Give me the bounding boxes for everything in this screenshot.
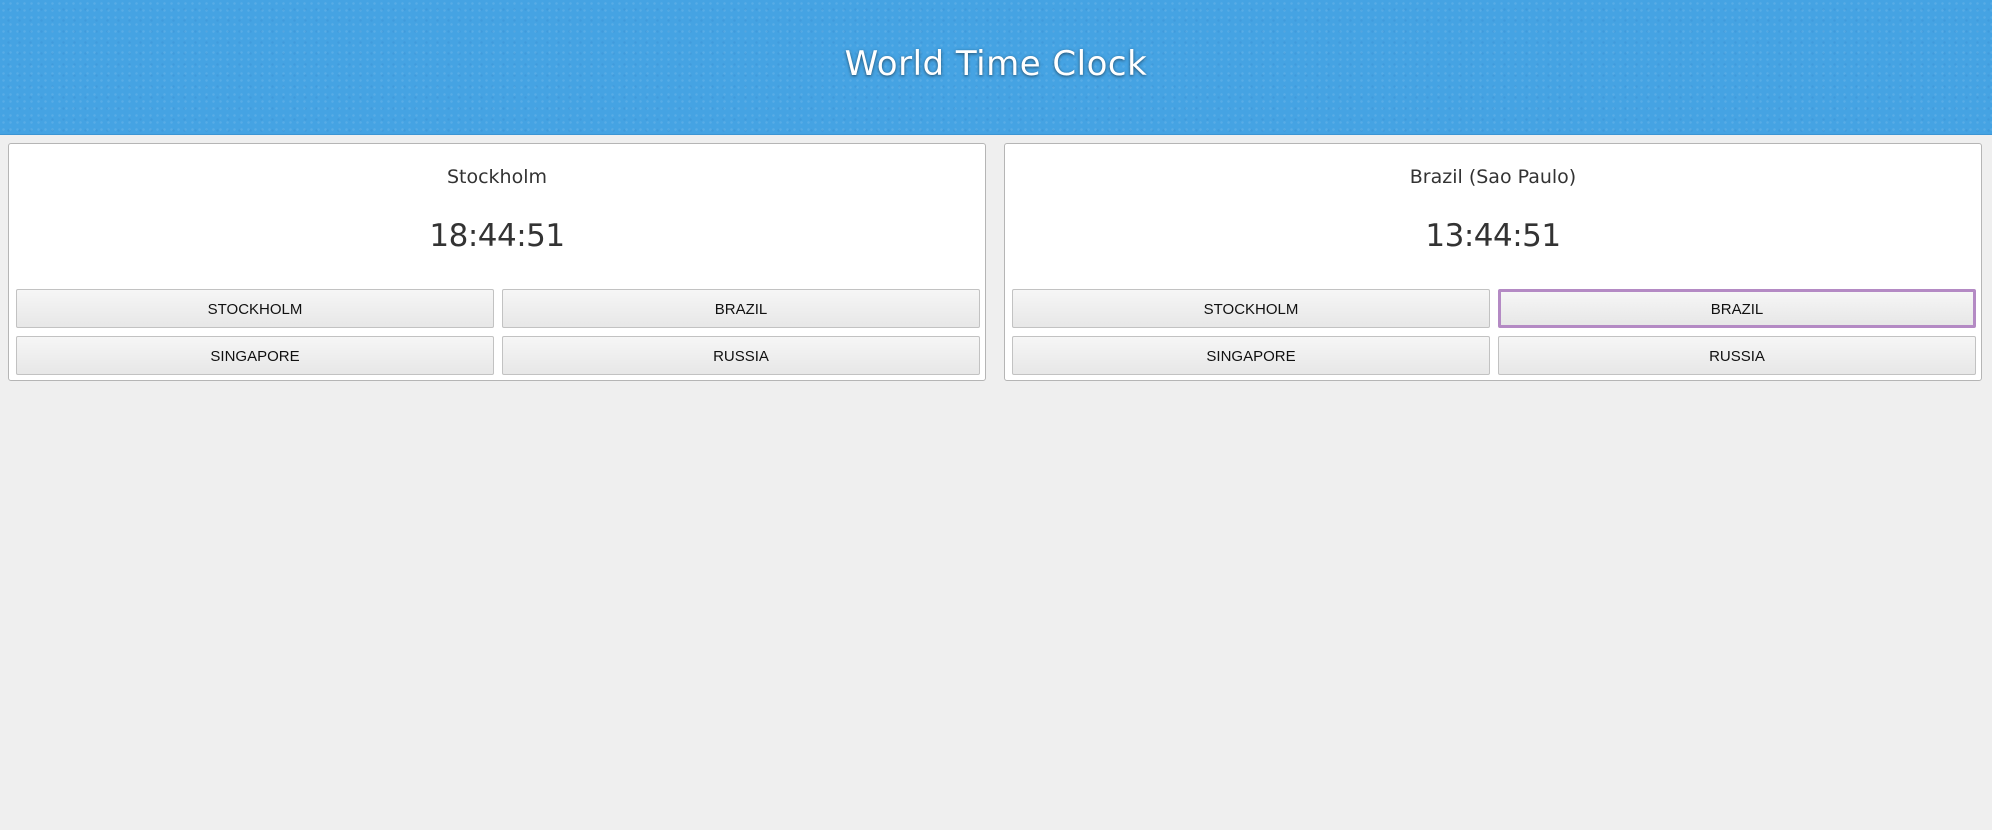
singapore-button[interactable]: SINGAPORE <box>16 336 494 375</box>
singapore-button[interactable]: SINGAPORE <box>1012 336 1490 375</box>
city-name: Stockholm <box>446 166 548 188</box>
city-time: 18:44:51 <box>429 218 565 254</box>
clock-panel-stockholm: Stockholm 18:44:51 STOCKHOLM BRAZIL SING… <box>8 143 986 381</box>
russia-button[interactable]: RUSSIA <box>502 336 980 375</box>
page-title: World Time Clock <box>844 44 1148 84</box>
stockholm-button[interactable]: STOCKHOLM <box>1012 289 1490 328</box>
russia-button[interactable]: RUSSIA <box>1498 336 1976 375</box>
city-time: 13:44:51 <box>1425 218 1561 254</box>
brazil-button[interactable]: BRAZIL <box>502 289 980 328</box>
stockholm-button[interactable]: STOCKHOLM <box>16 289 494 328</box>
city-name: Brazil (Sao Paulo) <box>1409 166 1577 188</box>
brazil-button[interactable]: BRAZIL <box>1498 289 1976 328</box>
clock-panel-brazil: Brazil (Sao Paulo) 13:44:51 STOCKHOLM BR… <box>1004 143 1982 381</box>
header-banner: World Time Clock <box>0 0 1992 135</box>
